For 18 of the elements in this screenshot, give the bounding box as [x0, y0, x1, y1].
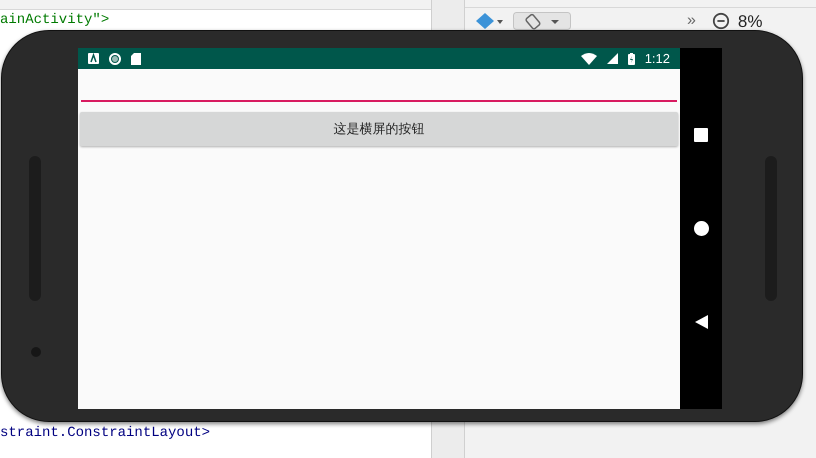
sd-card-icon — [131, 52, 141, 64]
home-icon[interactable] — [694, 220, 708, 236]
wifi-icon — [580, 52, 597, 64]
zoom-out-icon[interactable] — [712, 12, 730, 30]
code-line: ainActivity"> — [0, 12, 110, 28]
landscape-button[interactable]: 这是横屏的按钮 — [80, 112, 678, 146]
code-line: straint.ConstraintLayout> — [0, 425, 210, 441]
notification-icon — [88, 53, 99, 64]
diamond-icon[interactable] — [475, 13, 505, 29]
circle-icon — [109, 52, 121, 64]
status-time: 1:12 — [644, 50, 670, 68]
battery-icon — [628, 52, 635, 64]
recents-icon[interactable] — [694, 128, 708, 142]
overflow-chevron[interactable]: » — [687, 12, 696, 30]
back-icon[interactable] — [694, 315, 708, 330]
signal-icon — [606, 53, 618, 64]
rotate-icon[interactable] — [513, 12, 571, 30]
zoom-level: 8% — [738, 12, 762, 30]
